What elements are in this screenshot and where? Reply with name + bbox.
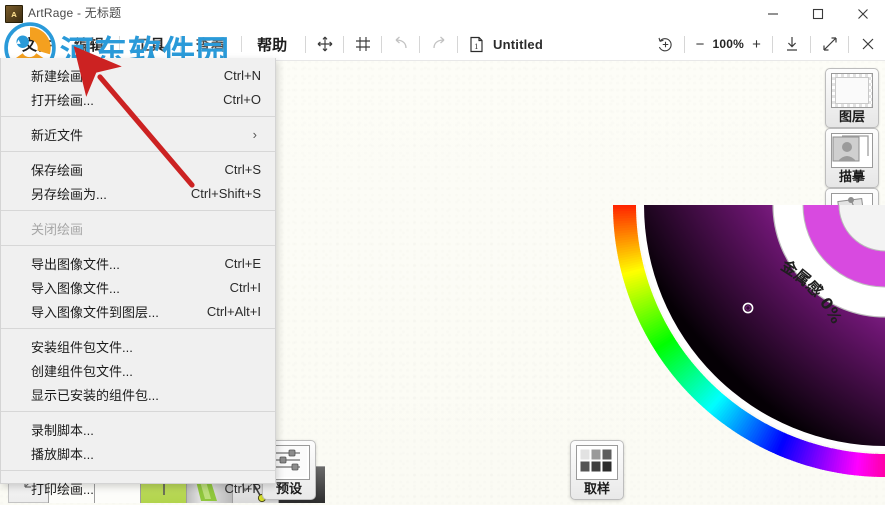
menu-edit[interactable]: 编辑 [62, 28, 116, 60]
menu-item-6-0[interactable]: 录制脚本... [1, 417, 275, 441]
menu-item-7-0[interactable]: 打印绘画... Ctrl+P [1, 476, 275, 500]
menu-item-label: 关闭绘画 [31, 221, 84, 237]
expand-icon[interactable] [820, 35, 839, 54]
menu-help[interactable]: 帮助 [245, 28, 299, 60]
menu-item-6-1[interactable]: 播放脚本... [1, 441, 275, 465]
menu-separator [1, 245, 275, 246]
menu-item-4-2[interactable]: 导入图像文件到图层... Ctrl+Alt+I [1, 299, 275, 323]
toolbar-divider-5 [457, 35, 458, 53]
menu-tools[interactable]: 工具 [123, 28, 177, 60]
menu-separator [1, 116, 275, 117]
menu-item-label: 导入图像文件... [31, 280, 120, 296]
toolbar-divider-4 [419, 35, 420, 53]
document-name: Untitled [493, 36, 543, 52]
menu-item-5-1[interactable]: 创建组件包文件... [1, 358, 275, 382]
menu-view[interactable]: 查看 [184, 28, 238, 60]
panel-button-trace[interactable]: 描摹 [825, 128, 879, 188]
menu-item-label: 打印绘画... [31, 481, 94, 497]
document-icon: 1 [467, 35, 486, 54]
redo-icon[interactable] [429, 35, 448, 54]
menu-separator [1, 151, 275, 152]
menu-separator [1, 411, 275, 412]
menu-item-label: 导出图像文件... [31, 256, 120, 272]
menu-item-shortcut: Ctrl+Alt+I [206, 303, 261, 319]
menu-item-label: 新建绘画... [31, 68, 94, 84]
layers-thumbnail-icon [831, 73, 873, 108]
close-document-icon[interactable] [858, 35, 877, 54]
menu-item-0-1[interactable]: 打开绘画... Ctrl+O [1, 87, 275, 111]
menu-item-label: 导入图像文件到图层... [31, 304, 159, 320]
sampler-button-label: 取样 [583, 481, 610, 496]
chevron-right-icon: › [252, 126, 257, 142]
menu-item-shortcut: Ctrl+N [223, 67, 261, 83]
menu-item-label: 安装组件包文件... [31, 339, 133, 355]
svg-text:1: 1 [474, 42, 478, 51]
menu-item-3-0: 关闭绘画 [1, 216, 275, 240]
menu-item-4-0[interactable]: 导出图像文件... Ctrl+E [1, 251, 275, 275]
move-canvas-icon[interactable] [315, 35, 334, 54]
menu-divider-2 [180, 36, 182, 52]
window-title: ArtRage - 无标题 [28, 6, 122, 20]
menu-item-shortcut: Ctrl+Shift+S [190, 185, 261, 201]
rotate-canvas-icon[interactable] [656, 35, 675, 54]
sampler-button[interactable]: 取样 [570, 440, 624, 500]
title-bar[interactable]: ᴀ ArtRage - 无标题 [0, 0, 885, 29]
menu-item-label: 另存绘画为... [31, 186, 107, 202]
menu-item-label: 打开绘画... [31, 92, 94, 108]
toolbar-divider-8 [810, 35, 811, 53]
toolbar-divider-7 [772, 35, 773, 53]
menu-bar[interactable]: 文件 编辑 工具 查看 帮助 1 Untitled − 100% + [0, 28, 885, 61]
toolbar-divider-2 [343, 35, 344, 53]
menu-item-5-0[interactable]: 安装组件包文件... [1, 334, 275, 358]
color-wheel-svg[interactable]: 金属感 0% [585, 188, 885, 505]
menu-item-label: 播放脚本... [31, 446, 94, 462]
color-picker-wheel[interactable]: 金属感 0% [585, 188, 885, 505]
menu-separator [1, 210, 275, 211]
panel-button-layers-label: 图层 [838, 109, 865, 124]
menu-divider-1 [119, 36, 121, 52]
menu-item-label: 录制脚本... [31, 422, 94, 438]
menu-separator [1, 470, 275, 471]
menu-item-2-1[interactable]: 另存绘画为... Ctrl+Shift+S [1, 181, 275, 205]
toolbar-divider-6 [683, 35, 685, 53]
menu-item-shortcut: Ctrl+P [224, 480, 261, 496]
menu-item-0-0[interactable]: 新建绘画... Ctrl+N [1, 63, 275, 87]
grid-icon[interactable] [353, 35, 372, 54]
maximize-button[interactable] [795, 0, 840, 28]
undo-icon[interactable] [391, 35, 410, 54]
menu-item-label: 显示已安装的组件包... [31, 387, 159, 403]
fit-to-window-icon[interactable] [782, 35, 801, 54]
toolbar-divider-3 [381, 35, 382, 53]
panel-button-trace-label: 描摹 [838, 169, 865, 184]
file-menu-dropdown[interactable]: 新建绘画... Ctrl+N 打开绘画... Ctrl+O 新近文件 › 保存绘画 Ctrl+… [0, 58, 276, 497]
presets-button-label: 预设 [275, 481, 302, 496]
toolbar-divider-9 [848, 35, 849, 53]
menu-item-4-1[interactable]: 导入图像文件... Ctrl+I [1, 275, 275, 299]
menu-item-5-2[interactable]: 显示已安装的组件包... [1, 382, 275, 406]
menu-bar-items[interactable]: 文件 编辑 工具 查看 帮助 [0, 28, 299, 60]
menu-item-1-0[interactable]: 新近文件 › [1, 122, 275, 146]
menu-item-shortcut: Ctrl+E [224, 255, 261, 271]
minimize-button[interactable] [750, 0, 795, 28]
zoom-level: 100% [712, 37, 744, 51]
panel-button-layers[interactable]: 图层 [825, 68, 879, 128]
artrage-icon: ᴀ [5, 5, 23, 23]
menu-item-shortcut: Ctrl+I [229, 279, 261, 295]
zoom-in-button[interactable]: + [750, 36, 763, 53]
close-button[interactable] [840, 0, 885, 28]
menu-item-label: 创建组件包文件... [31, 363, 133, 379]
menu-item-shortcut: Ctrl+O [223, 91, 261, 107]
menu-separator [1, 328, 275, 329]
toolbar-divider-1 [305, 35, 306, 53]
menu-item-shortcut: Ctrl+S [224, 161, 261, 177]
menu-divider-3 [241, 36, 243, 52]
window-controls[interactable] [750, 0, 885, 28]
tracing-thumbnail-icon [831, 133, 873, 168]
menu-item-label: 保存绘画 [31, 162, 84, 178]
menu-item-2-0[interactable]: 保存绘画 Ctrl+S [1, 157, 275, 181]
sampler-swatches-icon [576, 445, 618, 480]
menu-item-label: 新近文件 [31, 127, 84, 143]
zoom-out-button[interactable]: − [694, 36, 707, 53]
menu-file[interactable]: 文件 [0, 28, 62, 60]
